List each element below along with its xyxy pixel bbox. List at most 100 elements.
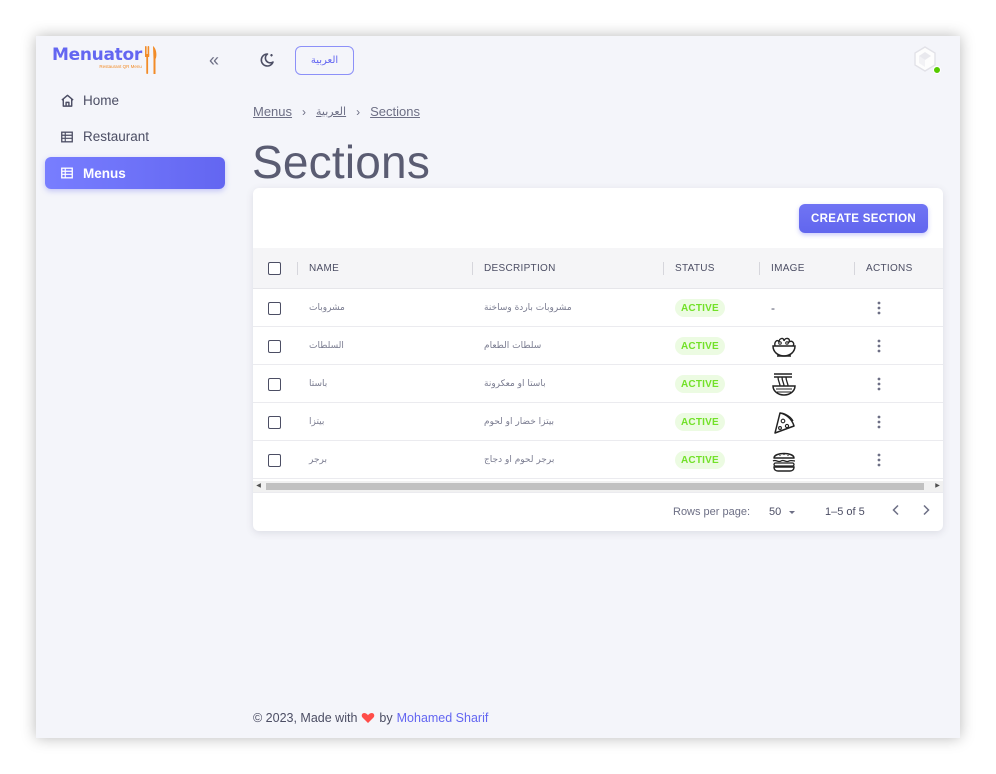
section-image-placeholder: - (771, 301, 775, 315)
author-link[interactable]: Mohamed Sharif (397, 711, 489, 725)
section-description: باستا او معكرونة (484, 379, 546, 389)
section-description: بيتزا خضار او لحوم (484, 417, 555, 427)
create-section-button[interactable]: CREATE SECTION (799, 204, 928, 233)
table-row[interactable]: مشروبات مشروبات باردة وساخنة ACTIVE - (253, 289, 943, 327)
image-cell (770, 403, 798, 441)
actions-cell (871, 289, 887, 327)
status-badge: ACTIVE (675, 451, 725, 469)
row-checkbox[interactable] (268, 453, 281, 467)
row-checkbox[interactable] (268, 301, 281, 315)
sections-card: CREATE SECTION NAME DESCRIPTION STATUS I… (253, 188, 943, 531)
collapse-sidebar-button[interactable]: « (204, 50, 224, 70)
salad-icon (772, 337, 796, 357)
sidebar-item-label: Restaurant (83, 129, 150, 144)
actions-cell (871, 441, 887, 479)
column-header-name[interactable]: NAME (309, 248, 339, 288)
actions-cell (871, 327, 887, 365)
online-status-badge (933, 66, 941, 74)
select-all-cell (268, 248, 281, 288)
footer-text: © 2023, Made with (253, 711, 358, 725)
section-description: برجر لحوم او دجاج (484, 455, 555, 465)
brand-name: Menuator (52, 45, 142, 65)
next-page-button[interactable] (917, 502, 935, 520)
select-all-checkbox[interactable] (268, 261, 281, 275)
sidebar-item-label: Menus (83, 165, 126, 181)
sidebar-nav: Home Restaurant Menus (45, 84, 225, 194)
sidebar-item-menus[interactable]: Menus (45, 157, 225, 189)
section-name: باستا (309, 379, 328, 389)
pagination-bar: Rows per page: 50 1–5 of 5 (253, 492, 943, 531)
brand-text: Menuator Restaurant QR Menu (52, 44, 142, 70)
sidebar-item-home[interactable]: Home (45, 84, 225, 116)
column-divider (759, 262, 760, 275)
burger-icon (772, 452, 796, 472)
sidebar-item-label: Home (83, 92, 120, 108)
column-divider (297, 262, 298, 275)
actions-cell (871, 365, 887, 403)
more-actions-button[interactable] (871, 414, 887, 430)
kebab-icon (877, 339, 881, 353)
section-name: بيتزا (309, 417, 325, 427)
table-row[interactable]: باستا باستا او معكرونة ACTIVE (253, 365, 943, 403)
table-row[interactable]: السلطات سلطات الطعام ACTIVE (253, 327, 943, 365)
column-header-status[interactable]: STATUS (675, 248, 715, 288)
more-actions-button[interactable] (871, 452, 887, 468)
horizontal-scrollbar[interactable]: ◀ ▶ (253, 481, 943, 492)
sidebar: Menuator Restaurant QR Menu « Home Resta… (36, 36, 234, 738)
status-badge: ACTIVE (675, 337, 725, 355)
scroll-left-arrow-icon[interactable]: ◀ (253, 481, 264, 492)
more-actions-button[interactable] (871, 300, 887, 316)
image-cell (770, 327, 798, 365)
column-header-actions[interactable]: ACTIONS (866, 248, 913, 288)
row-select-cell (268, 289, 281, 327)
noodles-icon (772, 373, 796, 396)
moon-icon (260, 53, 274, 67)
previous-page-button[interactable] (887, 502, 905, 520)
status-cell: ACTIVE (675, 289, 725, 327)
table-icon (59, 129, 75, 145)
page-title: Sections (252, 136, 431, 188)
column-header-image[interactable]: IMAGE (771, 248, 805, 288)
status-cell: ACTIVE (675, 327, 725, 365)
row-checkbox[interactable] (268, 415, 281, 429)
row-select-cell (268, 327, 281, 365)
section-description: سلطات الطعام (484, 341, 542, 351)
row-select-cell (268, 441, 281, 479)
column-divider (472, 262, 473, 275)
breadcrumb-sections-link[interactable]: Sections (370, 104, 420, 119)
kebab-icon (877, 453, 881, 467)
section-name: السلطات (309, 341, 344, 351)
home-icon (59, 92, 75, 108)
status-badge: ACTIVE (675, 413, 725, 431)
more-actions-button[interactable] (871, 338, 887, 354)
chevron-right-icon: › (356, 104, 361, 119)
brand-tagline: Restaurant QR Menu (99, 64, 142, 69)
more-actions-button[interactable] (871, 376, 887, 392)
rows-per-page-select[interactable]: 50 (769, 506, 799, 518)
app-window: Menuator Restaurant QR Menu « Home Resta… (36, 36, 960, 738)
language-button[interactable]: العربية (295, 46, 354, 75)
row-select-cell (268, 365, 281, 403)
heart-icon (362, 713, 375, 723)
rows-per-page-label: Rows per page: (673, 506, 751, 518)
row-checkbox[interactable] (268, 339, 281, 353)
breadcrumb-menus-link[interactable]: Menus (253, 104, 292, 119)
scrollbar-thumb[interactable] (266, 483, 924, 490)
status-cell: ACTIVE (675, 365, 725, 403)
fork-knife-icon (144, 46, 157, 74)
pagination-range: 1–5 of 5 (825, 506, 865, 518)
section-description: مشروبات باردة وساخنة (484, 303, 572, 313)
column-header-description[interactable]: DESCRIPTION (484, 248, 556, 288)
sidebar-item-restaurant[interactable]: Restaurant (45, 121, 225, 153)
brand-logo[interactable]: Menuator Restaurant QR Menu (52, 44, 158, 78)
pizza-icon (774, 412, 795, 434)
table-row[interactable]: بيتزا بيتزا خضار او لحوم ACTIVE (253, 403, 943, 441)
actions-cell (871, 403, 887, 441)
theme-toggle-button[interactable] (258, 51, 276, 69)
breadcrumb: Menus › العربية › Sections (253, 104, 420, 119)
table-row[interactable]: برجر برجر لحوم او دجاج ACTIVE (253, 441, 943, 479)
scroll-right-arrow-icon[interactable]: ▶ (932, 481, 943, 492)
status-badge: ACTIVE (675, 375, 725, 393)
row-checkbox[interactable] (268, 377, 281, 391)
breadcrumb-language-link[interactable]: العربية (316, 105, 346, 118)
